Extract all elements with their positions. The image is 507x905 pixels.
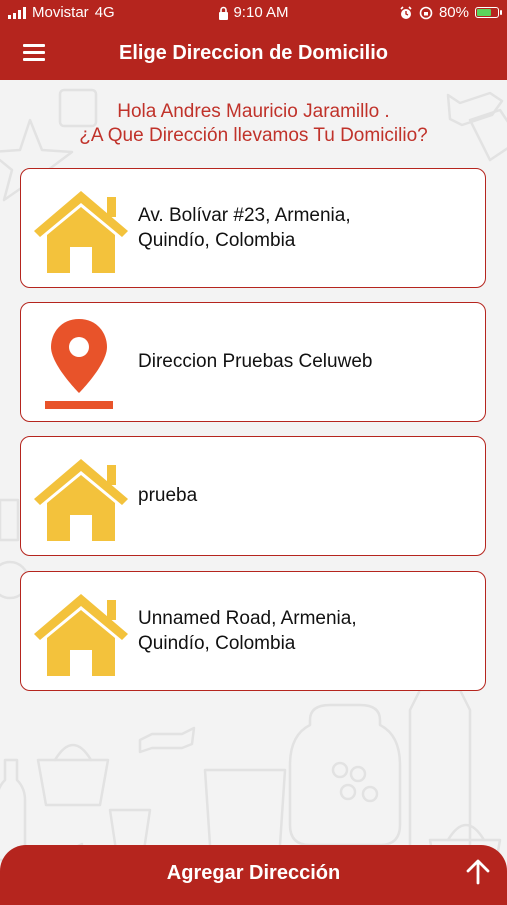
address-card-3[interactable]: prueba	[20, 436, 486, 556]
address-label: Unnamed Road, Armenia, Quindío, Colombia	[138, 607, 357, 654]
add-address-button[interactable]: Agregar Dirección	[0, 845, 507, 905]
add-address-label: Agregar Dirección	[166, 862, 341, 884]
address-label: prueba	[138, 485, 198, 506]
address-label: Direccion Pruebas Celuweb	[138, 351, 373, 372]
house-icon	[34, 594, 128, 676]
address-label: Av. Bolívar #23, Armenia, Quindío, Colom…	[138, 204, 351, 251]
greeting-question-line: ¿A Que Dirección llevamos Tu Domicilio?	[79, 125, 428, 146]
greeting: Hola Andres Mauricio Jaramillo . ¿A Que …	[0, 100, 507, 148]
address-card-2[interactable]: Direccion Pruebas Celuweb	[20, 302, 486, 422]
status-right: 80%	[399, 4, 502, 21]
alarm-icon	[400, 5, 412, 19]
house-icon	[34, 459, 128, 541]
address-card-4[interactable]: Unnamed Road, Armenia, Quindío, Colombia	[20, 571, 486, 691]
battery-percent: 80%	[438, 4, 469, 21]
house-icon	[34, 191, 128, 273]
status-bar: Movistar 4G 9:10 AM 80%	[0, 0, 507, 26]
orientation-lock-icon	[419, 6, 433, 19]
lock-icon	[219, 6, 229, 20]
app-bar: Elige Direccion de Domicilio	[0, 26, 507, 80]
clock: 9:10 AM	[233, 4, 289, 21]
greeting-name-line: Hola Andres Mauricio Jaramillo .	[117, 101, 390, 122]
arrow-up-icon[interactable]	[465, 859, 491, 885]
location-pin-icon	[45, 319, 113, 409]
address-card-1[interactable]: Av. Bolívar #23, Armenia, Quindío, Colom…	[20, 168, 486, 288]
battery-icon	[475, 7, 502, 18]
page-title: Elige Direccion de Domicilio	[119, 42, 388, 64]
